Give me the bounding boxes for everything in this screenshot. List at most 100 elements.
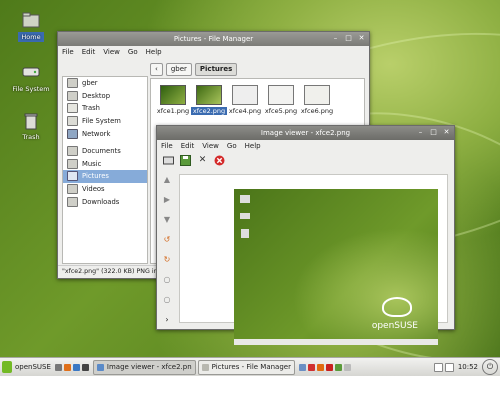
image-viewer-window[interactable]: Image viewer - xfce2.png – □ ✕ File Edit…	[156, 125, 455, 345]
sidebar-item-downloads[interactable]: Downloads	[63, 195, 147, 208]
minimize-icon[interactable]: –	[416, 128, 425, 137]
file-item[interactable]: xfce1.png	[153, 85, 193, 115]
image-thumbnail	[160, 85, 186, 105]
preview-desktop-icon	[240, 213, 250, 219]
minimize-icon[interactable]: –	[331, 34, 340, 43]
menu-file[interactable]: File	[62, 48, 74, 56]
image-viewer-titlebar[interactable]: Image viewer - xfce2.png – □ ✕	[157, 126, 454, 140]
image-canvas[interactable]: openSUSE	[179, 174, 448, 345]
home-folder-icon	[22, 12, 40, 30]
desktop-icon-home[interactable]: Home	[8, 12, 54, 42]
workspace-switcher[interactable]	[433, 362, 454, 372]
opensuse-logo	[382, 297, 412, 317]
menu-go[interactable]: Go	[128, 48, 138, 56]
next-icon[interactable]: ▶	[161, 194, 173, 206]
close-image-icon[interactable]	[214, 155, 225, 166]
close-icon[interactable]: ✕	[442, 128, 451, 137]
folder-icon	[67, 158, 78, 169]
maximize-icon[interactable]: □	[429, 128, 438, 137]
workspace-button[interactable]	[444, 362, 454, 372]
rotate-left-icon[interactable]: ↺	[161, 234, 173, 246]
path-bar: ‹ gber Pictures	[150, 62, 365, 76]
workspace-button[interactable]	[433, 362, 443, 372]
close-icon[interactable]: ✕	[357, 34, 366, 43]
sidebar-item-gber[interactable]: gber	[63, 77, 147, 90]
path-button-gber[interactable]: gber	[165, 62, 192, 76]
file-item[interactable]: xfce5.png	[261, 85, 301, 115]
window-title: Image viewer - xfce2.png	[260, 129, 351, 137]
window-title: Pictures - File Manager	[173, 35, 254, 43]
zoom-out-icon[interactable]: ○	[161, 294, 173, 306]
desktop-icon-trash[interactable]: Trash	[8, 112, 54, 142]
file-item[interactable]: xfce6.png	[297, 85, 337, 115]
open-folder-icon[interactable]	[163, 155, 174, 166]
tray-icon[interactable]	[343, 363, 351, 371]
image-thumbnail	[232, 85, 258, 105]
settings-icon[interactable]	[81, 363, 89, 371]
file-item[interactable]: xfce4.png	[225, 85, 265, 115]
menu-help[interactable]: Help	[245, 142, 261, 150]
menu-help[interactable]: Help	[146, 48, 162, 56]
sidebar-item-file-system[interactable]: File System	[63, 115, 147, 128]
tray-icon[interactable]	[307, 363, 315, 371]
tray-icon[interactable]	[325, 363, 333, 371]
path-label: gber	[170, 64, 187, 73]
sidebar-item-desktop[interactable]: Desktop	[63, 90, 147, 103]
clock[interactable]: 10:52	[458, 363, 478, 371]
back-arrow-icon[interactable]: ‹	[150, 62, 163, 76]
folder-icon	[67, 78, 78, 89]
image-thumbnail	[268, 85, 294, 105]
show-desktop-icon[interactable]	[54, 363, 62, 371]
sidebar-item-label: Music	[82, 159, 102, 168]
path-button-pictures[interactable]: Pictures	[194, 62, 238, 76]
start-menu-label[interactable]: openSUSE	[15, 363, 51, 371]
sidebar-item-trash[interactable]: Trash	[63, 102, 147, 115]
previous-icon[interactable]: ▲	[161, 174, 173, 186]
fullscreen-icon[interactable]: ▼	[161, 214, 173, 226]
sidebar-item-pictures[interactable]: Pictures	[63, 170, 147, 183]
maximize-icon[interactable]: □	[344, 34, 353, 43]
tray-icon[interactable]	[316, 363, 324, 371]
image-preview: openSUSE	[234, 189, 438, 345]
folder-icon	[67, 90, 78, 101]
desktop-icon-file-system[interactable]: File System	[8, 64, 54, 94]
sidebar-item-network[interactable]: Network	[63, 127, 147, 140]
sidebar-item-label: Desktop	[82, 91, 111, 100]
desktop-icon-label: File System	[12, 85, 50, 93]
image-thumbnail	[304, 85, 330, 105]
delete-icon[interactable]: ✕	[197, 155, 208, 166]
trash-icon	[22, 112, 40, 130]
menu-go[interactable]: Go	[227, 142, 237, 150]
sidebar-item-documents[interactable]: Documents	[63, 145, 147, 158]
save-icon[interactable]	[180, 154, 191, 166]
tray-icon[interactable]	[298, 363, 306, 371]
file-manager-menubar: File Edit View Go Help	[58, 46, 369, 58]
menu-edit[interactable]: Edit	[181, 142, 195, 150]
power-icon[interactable]: ⏻	[482, 359, 498, 375]
sidebar-item-label: Network	[82, 129, 111, 138]
expand-arrow-icon[interactable]: ›	[161, 314, 173, 326]
image-thumbnail	[196, 85, 222, 105]
tray-icon[interactable]	[334, 363, 342, 371]
file-label: xfce4.png	[228, 107, 262, 115]
drive-icon	[67, 116, 78, 127]
taskbar-item-file-manager[interactable]: Pictures - File Manager	[197, 359, 295, 375]
rotate-right-icon[interactable]: ↻	[161, 254, 173, 266]
menu-view[interactable]: View	[103, 48, 120, 56]
file-item[interactable]: xfce2.png	[189, 85, 229, 115]
taskbar-item-image-viewer[interactable]: Image viewer - xfce2.pn	[92, 359, 196, 375]
drive-icon	[22, 64, 40, 82]
sidebar-item-music[interactable]: Music	[63, 158, 147, 171]
menu-view[interactable]: View	[202, 142, 219, 150]
opensuse-menu-icon[interactable]	[2, 361, 12, 373]
preview-panel	[234, 339, 438, 345]
menu-file[interactable]: File	[161, 142, 173, 150]
task-label: Pictures - File Manager	[211, 362, 291, 371]
firefox-icon[interactable]	[63, 363, 71, 371]
file-manager-titlebar[interactable]: Pictures - File Manager – □ ✕	[58, 32, 369, 46]
zoom-in-icon[interactable]: ○	[161, 274, 173, 286]
sidebar-item-label: Downloads	[82, 197, 120, 206]
sidebar-item-videos[interactable]: Videos	[63, 183, 147, 196]
terminal-icon[interactable]	[72, 363, 80, 371]
menu-edit[interactable]: Edit	[82, 48, 96, 56]
